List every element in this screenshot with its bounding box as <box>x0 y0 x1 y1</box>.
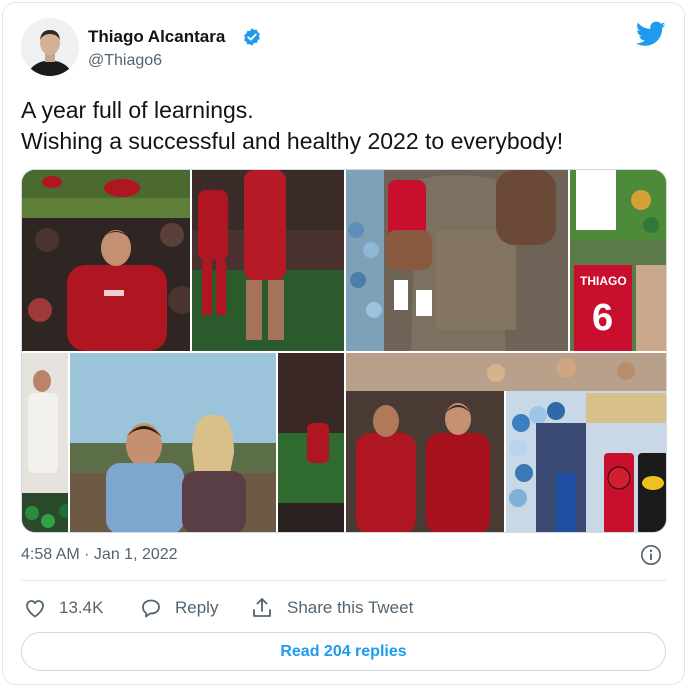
divider <box>21 580 666 581</box>
photo-collage-bottom-left[interactable] <box>22 353 344 532</box>
tweet-timestamp[interactable]: 4:58 AM · Jan 1, 2022 <box>21 546 178 564</box>
share-label: Share this Tweet <box>287 598 414 617</box>
verified-badge-icon <box>244 28 260 46</box>
reply-icon <box>142 599 160 618</box>
read-replies-button[interactable]: Read 204 replies <box>21 632 666 671</box>
share-icon <box>253 598 271 617</box>
info-icon[interactable] <box>640 544 662 566</box>
read-replies-label: Read 204 replies <box>280 642 407 660</box>
reply-button[interactable]: Reply <box>139 596 218 620</box>
author-name[interactable]: Thiago Alcantara <box>88 27 225 47</box>
tweet-card: Thiago Alcantara @Thiago6 A year full of… <box>2 2 685 685</box>
heart-icon <box>26 600 44 618</box>
like-count: 13.4K <box>59 598 104 617</box>
photo-collage-top-left[interactable] <box>22 170 344 351</box>
avatar[interactable] <box>21 18 79 76</box>
author-handle[interactable]: @Thiago6 <box>88 52 162 70</box>
jersey-number: 6 <box>592 297 613 339</box>
tweet-text-line: A year full of learnings. <box>21 97 254 123</box>
share-button[interactable]: Share this Tweet <box>249 596 413 620</box>
like-button[interactable]: 13.4K <box>23 596 103 620</box>
twitter-bird-icon[interactable] <box>636 21 666 47</box>
tweet-media-grid[interactable]: THIAGO 6 <box>21 169 667 533</box>
photo-collage-top-right[interactable]: THIAGO 6 <box>346 170 666 351</box>
avatar-image <box>21 18 79 76</box>
photo-collage-bottom-right[interactable] <box>346 353 666 532</box>
reply-label: Reply <box>175 598 219 617</box>
tweet-text: A year full of learnings. Wishing a succ… <box>21 95 563 157</box>
tweet-text-line: Wishing a successful and healthy 2022 to… <box>21 128 564 154</box>
jersey-name: THIAGO <box>580 274 627 288</box>
